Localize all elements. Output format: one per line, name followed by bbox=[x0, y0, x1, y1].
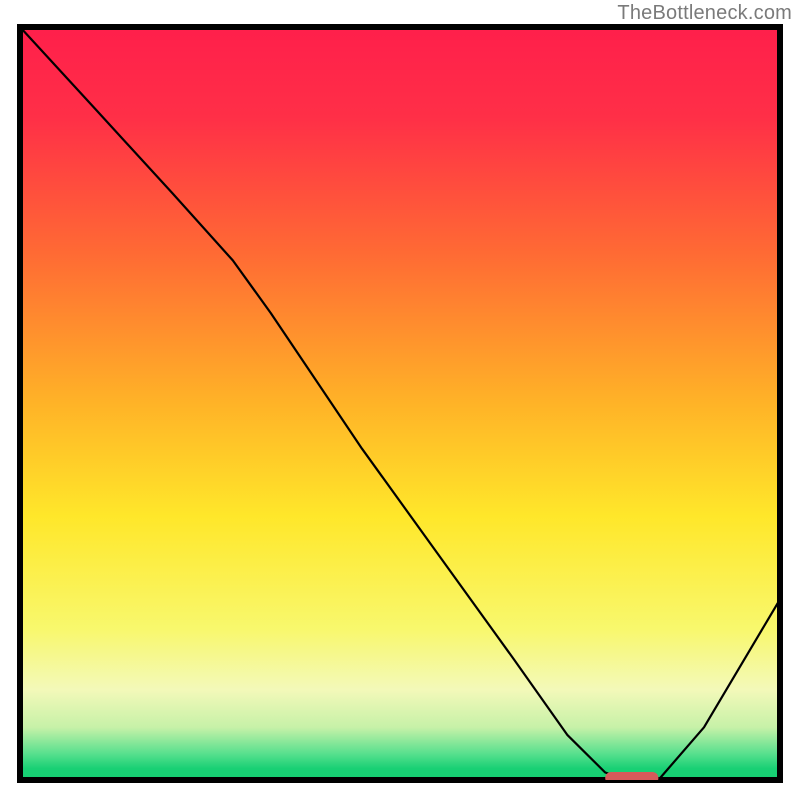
plot-background-gradient bbox=[20, 27, 780, 780]
bottleneck-chart bbox=[0, 0, 800, 800]
chart-frame: TheBottleneck.com bbox=[0, 0, 800, 800]
watermark-label: TheBottleneck.com bbox=[617, 2, 792, 25]
